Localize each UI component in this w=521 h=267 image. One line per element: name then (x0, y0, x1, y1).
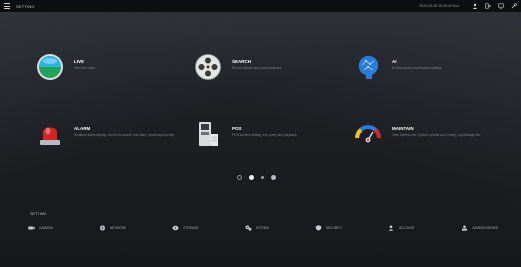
setting-camera[interactable]: CAMERA (28, 225, 53, 231)
ai-brain-icon (354, 53, 382, 81)
film-reel-icon (194, 53, 222, 81)
main-menu-screen: SETTING 2023-05-28 15:35:40 Sun LIVE Vie… (0, 0, 521, 267)
tile-maintain-title: MAINTAIN (392, 126, 414, 131)
pos-terminal-icon (194, 120, 222, 148)
setting-network-label: NETWORK (109, 226, 127, 230)
setting-camera-series-label: CAMERA SERIES (471, 226, 498, 230)
tile-live-desc: View live video. (74, 66, 96, 70)
tile-alarm[interactable]: ALARM Realtime alarm display, event info… (36, 120, 184, 148)
tile-alarm-desc: Realtime alarm display, event info searc… (74, 133, 175, 137)
setting-account-label: ACCOUNT (399, 226, 415, 230)
tile-pos-desc: POS function setting, info query and pla… (232, 133, 298, 137)
page-dot-3[interactable] (261, 176, 264, 179)
page-indicator (237, 175, 276, 180)
gauge-icon (354, 120, 382, 148)
user-icon[interactable] (472, 3, 478, 9)
page-title: SETTING (16, 3, 35, 9)
setting-system[interactable]: SYSTEM (245, 225, 269, 231)
live-icon (36, 53, 64, 81)
tile-live[interactable]: LIVE View live video. (36, 53, 184, 81)
setting-system-label: SYSTEM (255, 226, 269, 230)
security-icon (315, 225, 322, 231)
setting-network[interactable]: NETWORK (99, 225, 126, 231)
tile-search-desc: Record picture query and playback. (232, 66, 283, 70)
page-dot-1[interactable] (237, 175, 242, 180)
display-icon[interactable] (498, 3, 504, 9)
tile-pos[interactable]: POS POS function setting, info query and… (194, 120, 342, 148)
setting-storage-label: STORAGE (183, 226, 199, 230)
page-dot-2[interactable] (249, 175, 254, 180)
tile-ai[interactable]: AI AI video query and function setting. (354, 53, 502, 81)
page-dot-4[interactable] (271, 175, 276, 180)
tile-ai-desc: AI video query and function setting. (392, 66, 442, 70)
tile-search-title: SEARCH (232, 59, 252, 64)
tile-maintain[interactable]: MAINTAIN View System info, System update… (354, 120, 502, 148)
menu-icon[interactable] (4, 3, 10, 9)
tile-search[interactable]: SEARCH Record picture query and playback… (194, 53, 342, 81)
settings-section-label: SETTING (30, 212, 47, 216)
setting-camera-series[interactable]: CAMERA SERIES (461, 225, 498, 231)
camera-icon (28, 226, 35, 230)
setting-storage[interactable]: STORAGE (172, 225, 199, 231)
top-bar: SETTING 2023-05-28 15:35:40 Sun (0, 0, 521, 12)
alarm-light-icon (36, 120, 64, 148)
tile-pos-title: POS (232, 126, 242, 131)
system-icon (245, 225, 252, 231)
tile-alarm-title: ALARM (74, 126, 91, 131)
top-right-controls: 2023-05-28 15:35:40 Sun (419, 0, 517, 12)
tools-icon[interactable] (511, 3, 517, 9)
datetime-display: 2023-05-28 15:35:40 Sun (419, 4, 459, 8)
tile-maintain-desc: View System info, System update and Conf… (392, 133, 481, 137)
storage-icon (172, 225, 179, 231)
setting-security[interactable]: SECURITY (315, 225, 342, 231)
network-icon (99, 225, 105, 231)
logout-icon[interactable] (485, 3, 491, 9)
tile-live-title: LIVE (74, 59, 85, 64)
settings-bar: CAMERA NETWORK STORAGE SYSTEM SECURITY A… (28, 224, 498, 232)
camera-series-icon (461, 225, 467, 231)
account-icon (388, 225, 394, 231)
setting-security-label: SECURITY (325, 226, 343, 230)
setting-account[interactable]: ACCOUNT (388, 225, 415, 231)
tile-ai-title: AI (392, 59, 397, 64)
setting-camera-label: CAMERA (39, 226, 53, 230)
